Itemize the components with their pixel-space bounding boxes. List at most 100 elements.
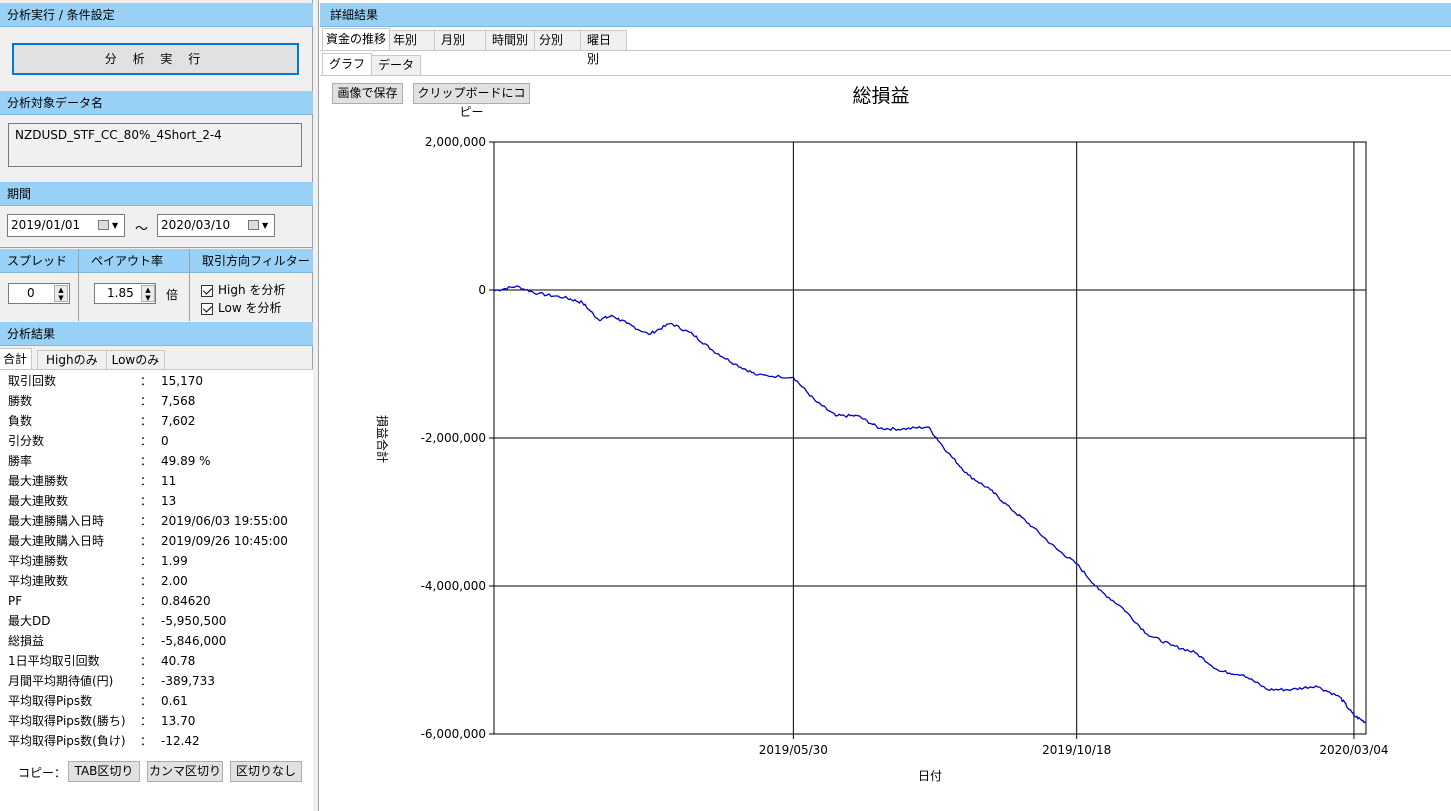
stat-label: 平均連敗数 xyxy=(8,574,69,588)
stat-colon: ： xyxy=(140,414,153,428)
stat-value: 0.84620 xyxy=(161,594,211,608)
stat-colon: ： xyxy=(140,494,153,508)
stat-colon: ： xyxy=(140,514,153,528)
target-data-name-field[interactable]: NZDUSD_STF_CC_80%_4Short_2-4 xyxy=(8,123,302,167)
direction-filter-header: 取引方向フィルター xyxy=(190,249,313,273)
stat-value: 15,170 xyxy=(161,374,203,388)
stat-label: 1日平均取引回数 xyxy=(8,654,100,668)
stat-label: 最大連勝数 xyxy=(8,474,69,488)
stat-colon: ： xyxy=(140,374,153,388)
stat-label: 最大連勝購入日時 xyxy=(8,514,105,528)
stat-label: 月間平均期待値(円) xyxy=(8,674,114,688)
chevron-down-icon[interactable]: ▼ xyxy=(112,215,118,236)
y-tick-label: -6,000,000 xyxy=(421,727,486,741)
filter-low-checkbox[interactable]: Low を分析 xyxy=(201,300,281,316)
stat-colon: ： xyxy=(140,654,153,668)
y-tick-label: -2,000,000 xyxy=(421,431,486,445)
panel-splitter[interactable] xyxy=(313,0,319,811)
y-axis-label: 損益合計 xyxy=(375,415,390,463)
series-line xyxy=(493,285,1367,724)
stat-colon: ： xyxy=(140,674,153,688)
chevron-down-icon[interactable]: ▼ xyxy=(262,215,268,236)
checkbox-checked-icon[interactable] xyxy=(201,302,213,315)
stat-label: 最大連敗購入日時 xyxy=(8,534,105,548)
x-tick-label: 2019/10/18 xyxy=(1042,743,1111,757)
stat-label: 平均取得Pips数 xyxy=(8,694,93,708)
target-data-header: 分析対象データ名 xyxy=(0,91,313,115)
tab-low-only[interactable]: Lowのみ xyxy=(105,350,166,370)
stat-label: 平均取得Pips数(負け) xyxy=(8,734,126,748)
tab-yearly[interactable]: 年別 xyxy=(389,30,436,50)
period-from-value: 2019/01/01 xyxy=(11,218,81,232)
stat-colon: ： xyxy=(140,714,153,728)
stat-colon: ： xyxy=(140,434,153,448)
period-separator: ～ xyxy=(135,222,149,237)
period-from-date-picker[interactable]: 2019/01/01 ▼ xyxy=(7,214,125,237)
stat-value: 2.00 xyxy=(161,574,188,588)
y-tick-label: 2,000,000 xyxy=(425,135,486,149)
tab-graph[interactable]: グラフ xyxy=(322,53,373,75)
stat-colon: ： xyxy=(140,574,153,588)
stat-value: 11 xyxy=(161,474,177,488)
tab-high-only[interactable]: Highのみ xyxy=(37,350,107,370)
tab-hourly[interactable]: 時間別 xyxy=(485,30,536,50)
stat-value: 7,602 xyxy=(161,414,196,428)
detail-results-header: 詳細結果 xyxy=(320,3,1451,27)
stat-colon: ： xyxy=(140,394,153,408)
stat-colon: ： xyxy=(140,554,153,568)
run-analysis-button[interactable]: 分 析 実 行 xyxy=(12,43,299,75)
stat-colon: ： xyxy=(140,614,153,628)
detail-results-panel: 詳細結果 資金の推移 年別 月別 時間別 分別 曜日別 グラフ データ 画像で保… xyxy=(320,0,1451,811)
period-header: 期間 xyxy=(0,182,313,206)
filter-high-label: High を分析 xyxy=(218,283,286,297)
settings-header: 分析実行 / 条件設定 xyxy=(0,3,313,27)
stat-label: 最大連敗数 xyxy=(8,494,69,508)
stat-value: 2019/06/03 19:55:00 xyxy=(161,514,288,528)
stat-colon: ： xyxy=(140,454,153,468)
stat-label: 勝率 xyxy=(8,454,33,468)
spread-stepper[interactable]: ▲ ▼ xyxy=(54,285,68,302)
checkbox-checked-icon[interactable] xyxy=(201,284,213,297)
copy-tab-button[interactable]: TAB区切り xyxy=(68,761,140,782)
y-tick-label: 0 xyxy=(478,283,486,297)
stat-value: -5,950,500 xyxy=(161,614,227,628)
stat-label: 平均取得Pips数(勝ち) xyxy=(8,714,126,728)
stat-value: -12.42 xyxy=(161,734,200,748)
period-to-date-picker[interactable]: 2020/03/10 ▼ xyxy=(157,214,275,237)
stat-value: 2019/09/26 10:45:00 xyxy=(161,534,288,548)
copy-comma-button[interactable]: カンマ区切り xyxy=(147,761,223,782)
calendar-icon[interactable] xyxy=(98,220,109,230)
stat-value: 49.89 % xyxy=(161,454,211,468)
payout-header: ペイアウト率 xyxy=(79,249,189,273)
detail-tabs: 資金の推移 年別 月別 時間別 分別 曜日別 xyxy=(322,28,628,66)
x-axis-label: 日付 xyxy=(918,769,942,783)
stat-colon: ： xyxy=(140,694,153,708)
payout-stepper[interactable]: ▲ ▼ xyxy=(141,285,155,302)
tab-balance-trend[interactable]: 資金の推移 xyxy=(322,28,391,50)
tab-data[interactable]: データ xyxy=(371,55,422,75)
filter-low-label: Low を分析 xyxy=(218,301,282,315)
stat-value: 1.99 xyxy=(161,554,188,568)
copy-none-button[interactable]: 区切りなし xyxy=(230,761,302,782)
period-to-value: 2020/03/10 xyxy=(161,218,231,232)
tab-monthly[interactable]: 月別 xyxy=(434,30,487,50)
y-tick-label: -4,000,000 xyxy=(421,579,486,593)
stat-value: 40.78 xyxy=(161,654,196,668)
stat-colon: ： xyxy=(140,634,153,648)
stat-colon: ： xyxy=(140,594,153,608)
view-tabs: グラフ データ xyxy=(322,53,422,75)
result-tabs: 合計 Highのみ Lowのみ xyxy=(0,348,166,370)
stat-value: -5,846,000 xyxy=(161,634,227,648)
analysis-settings-panel: 分析実行 / 条件設定 分 析 実 行 分析対象データ名 NZDUSD_STF_… xyxy=(0,0,313,811)
stat-label: 最大DD xyxy=(8,614,51,628)
calendar-icon[interactable] xyxy=(248,220,259,230)
tab-weekday[interactable]: 曜日別 xyxy=(580,30,628,66)
chart-title: 総損益 xyxy=(852,85,909,107)
filter-high-checkbox[interactable]: High を分析 xyxy=(201,282,285,298)
tab-minute[interactable]: 分別 xyxy=(534,30,582,50)
stat-colon: ： xyxy=(140,534,153,548)
tab-total[interactable]: 合計 xyxy=(0,348,33,370)
stat-value: 13 xyxy=(161,494,177,508)
balance-line-chart: 総損益 2,000,000 0 -2,000,000 -4,000,000 -6,000… xyxy=(375,85,1389,783)
stat-value: 0.61 xyxy=(161,694,188,708)
